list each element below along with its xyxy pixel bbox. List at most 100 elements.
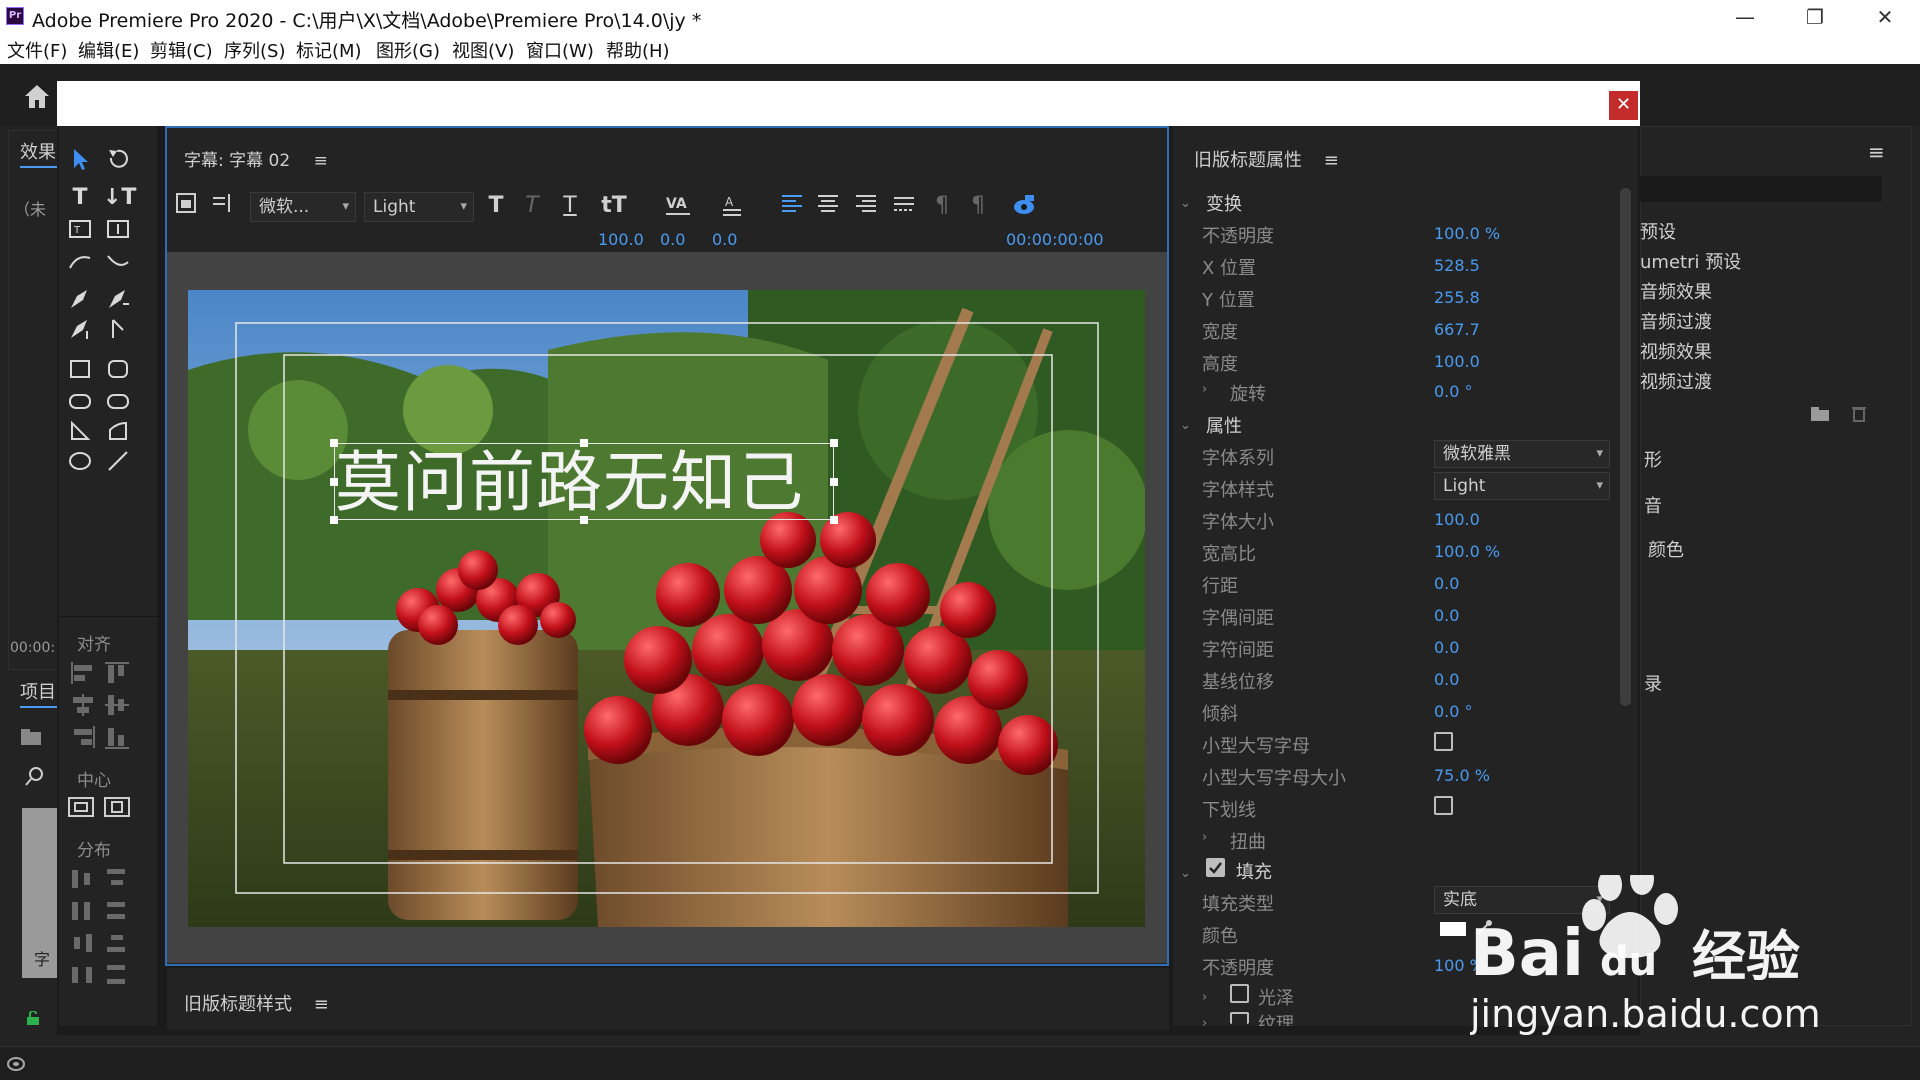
title-styles-tab[interactable]: 旧版标题样式 ≡ xyxy=(184,990,329,1016)
properties-scrollbar[interactable] xyxy=(1620,188,1631,706)
vertical-area-type-tool-icon[interactable] xyxy=(103,216,133,244)
right-section[interactable]: 录 xyxy=(1644,670,1662,696)
rounded-rectangle-tool-icon[interactable] xyxy=(103,356,133,384)
align-left-text-icon[interactable] xyxy=(778,192,806,220)
right-list-item[interactable]: umetri 预设 xyxy=(1640,248,1741,274)
align-bottom-icon[interactable] xyxy=(103,724,131,750)
tab-stops-icon[interactable] xyxy=(208,192,236,220)
roll-crawl-options-icon[interactable] xyxy=(172,192,200,220)
tracking-value[interactable]: 0.0 xyxy=(1434,638,1459,657)
font-style-select[interactable]: Light ▾ xyxy=(1434,472,1610,500)
dialog-close-button[interactable]: ✕ xyxy=(1609,91,1638,120)
titler-tab[interactable]: 字幕: 字幕 02 ≡ xyxy=(184,146,328,171)
tab-right-icon[interactable]: ¶ xyxy=(964,192,992,220)
font-size-value[interactable]: 100.0 xyxy=(598,230,644,249)
panel-menu-icon[interactable]: ≡ xyxy=(1868,140,1885,164)
properties-menu-icon[interactable]: ≡ xyxy=(1324,150,1339,171)
project-tab[interactable]: 项目 xyxy=(20,678,56,704)
menu-graphics[interactable]: 图形(G) xyxy=(376,37,440,63)
restore-button[interactable]: ❐ xyxy=(1780,0,1850,34)
ellipse-tool-icon[interactable] xyxy=(65,448,95,476)
distribute-right-icon[interactable] xyxy=(69,930,97,956)
font-style-dropdown[interactable]: Light ▾ xyxy=(364,192,474,222)
clipped-corner-rectangle-tool-icon[interactable] xyxy=(65,388,95,416)
close-window-button[interactable]: ✕ xyxy=(1850,0,1920,34)
font-family-dropdown[interactable]: 微软... ▾ xyxy=(250,192,356,222)
distribute-horizontal-center-icon[interactable] xyxy=(69,898,97,924)
align-right-text-icon[interactable] xyxy=(852,192,880,220)
add-anchor-tool-icon[interactable] xyxy=(65,316,95,344)
vertical-path-type-tool-icon[interactable] xyxy=(103,248,133,276)
tab-left-icon[interactable]: ¶ xyxy=(928,192,956,220)
styles-menu-icon[interactable]: ≡ xyxy=(314,994,329,1015)
texture-checkbox[interactable] xyxy=(1230,1012,1249,1024)
align-center-text-icon[interactable] xyxy=(814,192,842,220)
underline-icon[interactable]: T xyxy=(556,192,584,220)
chevron-right-icon[interactable]: › xyxy=(1202,382,1207,397)
background-timecode[interactable]: 00:00:00:00 xyxy=(1006,230,1104,249)
chevron-down-icon[interactable]: ⌄ xyxy=(1180,196,1191,211)
menu-markers[interactable]: 标记(M) xyxy=(296,37,362,63)
right-list-item[interactable]: 音频过渡 xyxy=(1640,308,1712,334)
caption-text-box[interactable]: 莫问前路无知己 xyxy=(330,439,838,524)
lock-icon[interactable] xyxy=(26,1010,40,1025)
opacity-value[interactable]: 100.0 % xyxy=(1434,224,1500,243)
italic-icon[interactable]: T xyxy=(518,192,546,220)
distribute-horizontal-space-icon[interactable] xyxy=(69,962,97,988)
font-family-select[interactable]: 微软雅黑 ▾ xyxy=(1434,440,1610,468)
menu-file[interactable]: 文件(F) xyxy=(7,37,67,63)
menu-clip[interactable]: 剪辑(C) xyxy=(150,37,213,63)
attributes-section[interactable]: 属性 xyxy=(1206,412,1242,438)
align-top-icon[interactable] xyxy=(103,660,131,686)
small-caps-size-value[interactable]: 75.0 % xyxy=(1434,766,1490,785)
leading-prop-value[interactable]: 0.0 xyxy=(1434,574,1459,593)
distribute-vertical-space-icon[interactable] xyxy=(103,962,131,988)
rotation-value[interactable]: 0.0 ° xyxy=(1434,382,1473,401)
transform-section[interactable]: 变换 xyxy=(1206,190,1242,216)
right-section[interactable]: 音 xyxy=(1644,492,1662,518)
height-value[interactable]: 100.0 xyxy=(1434,352,1480,371)
align-horizontal-center-icon[interactable] xyxy=(69,692,97,718)
path-type-tool-icon[interactable] xyxy=(65,248,95,276)
leading-value[interactable]: 0.0 xyxy=(712,230,737,249)
sync-status-icon[interactable] xyxy=(6,1055,26,1073)
kerning-icon[interactable]: VA xyxy=(664,192,692,220)
leading-icon[interactable]: A xyxy=(718,192,746,220)
width-value[interactable]: 667.7 xyxy=(1434,320,1480,339)
distribute-left-icon[interactable] xyxy=(69,866,97,892)
delete-anchor-tool-icon[interactable] xyxy=(103,286,133,314)
right-list-item[interactable]: 预设 xyxy=(1640,218,1676,244)
chevron-down-icon[interactable]: ⌄ xyxy=(1180,418,1191,433)
sheen-checkbox[interactable] xyxy=(1230,984,1249,1003)
menu-window[interactable]: 窗口(W) xyxy=(526,37,594,63)
rectangle-tool-icon[interactable] xyxy=(65,356,95,384)
right-list-item[interactable]: 音频效果 xyxy=(1640,278,1712,304)
font-size-prop-value[interactable]: 100.0 xyxy=(1434,510,1480,529)
line-tool-icon[interactable] xyxy=(103,448,133,476)
arc-tool-icon[interactable] xyxy=(103,418,133,446)
convert-anchor-tool-icon[interactable] xyxy=(103,316,133,344)
effects-tab[interactable]: 效果 xyxy=(20,138,56,164)
menu-view[interactable]: 视图(V) xyxy=(452,37,514,63)
distribute-vertical-center-icon[interactable] xyxy=(103,898,131,924)
rounded-corner-rectangle-tool-icon[interactable] xyxy=(103,388,133,416)
align-vertical-center-icon[interactable] xyxy=(103,692,131,718)
trash-icon[interactable] xyxy=(1850,404,1868,422)
right-list-item[interactable]: 视频效果 xyxy=(1640,338,1712,364)
area-type-tool-icon[interactable]: T xyxy=(65,216,95,244)
distribute-top-icon[interactable] xyxy=(103,866,131,892)
fill-color-swatch[interactable] xyxy=(1440,922,1466,936)
video-canvas[interactable] xyxy=(188,290,1145,927)
new-bin-icon[interactable] xyxy=(1810,406,1830,422)
kerning-value[interactable]: 0.0 xyxy=(660,230,685,249)
aspect-value[interactable]: 100.0 % xyxy=(1434,542,1500,561)
menu-help[interactable]: 帮助(H) xyxy=(606,37,670,63)
right-search-field[interactable] xyxy=(1640,176,1882,202)
chevron-right-icon[interactable]: › xyxy=(1202,1016,1207,1031)
rotation-tool-icon[interactable] xyxy=(103,146,133,174)
y-position-value[interactable]: 255.8 xyxy=(1434,288,1480,307)
align-left-icon[interactable] xyxy=(69,660,97,686)
fill-section[interactable]: 填充 xyxy=(1236,858,1272,884)
right-section[interactable]: 颜色 xyxy=(1648,536,1684,562)
chevron-down-icon[interactable]: ⌄ xyxy=(1180,866,1191,881)
